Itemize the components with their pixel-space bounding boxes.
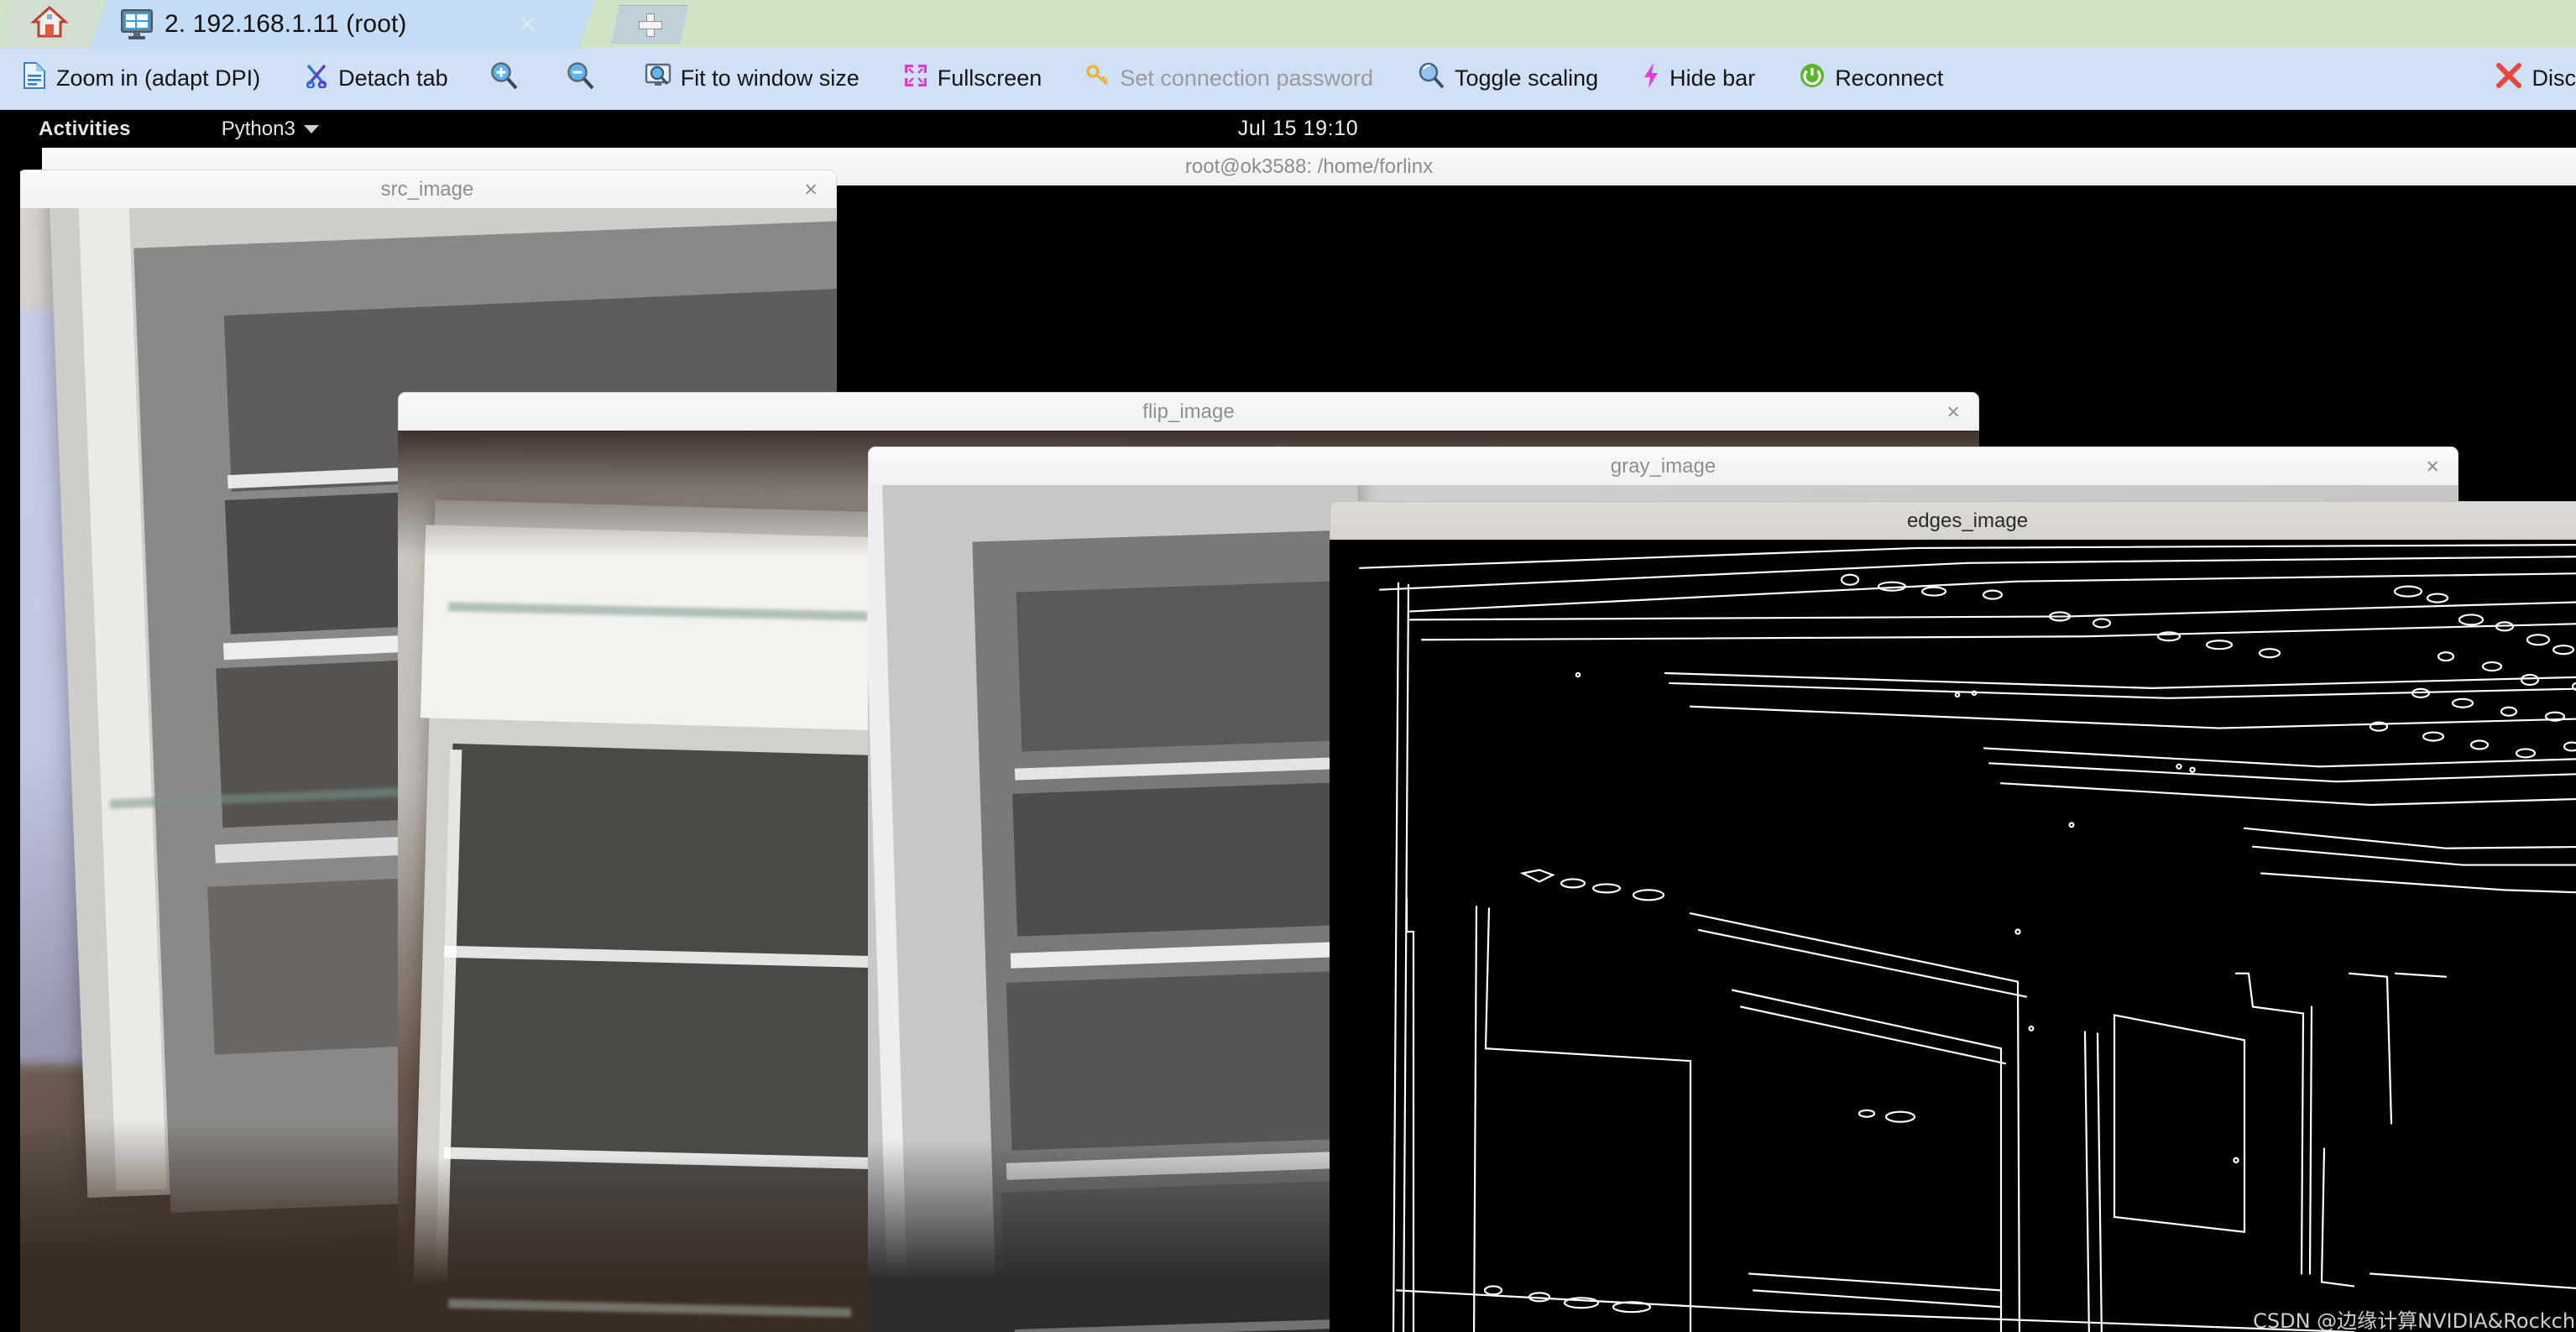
toolbar-label: Detach tab — [338, 65, 448, 91]
activities-button[interactable]: Activities — [39, 118, 131, 141]
toolbar-button-zoom-dpi[interactable]: Zoom in (adapt DPI) — [0, 48, 282, 110]
scissors-icon — [304, 63, 329, 94]
remote-desktop-area: root@ok3588: /home/forlinx rorororororoD… — [20, 148, 2576, 1332]
toolbar-button-toggle-scaling[interactable]: Toggle scaling — [1395, 48, 1620, 110]
window-titlebar[interactable]: edges_image — [1330, 501, 2576, 540]
plus-icon — [639, 13, 661, 35]
toolbar-label: Set connection password — [1120, 65, 1373, 91]
zoom-dpi-icon — [22, 62, 47, 95]
reconnect-icon — [1799, 62, 1826, 95]
gnome-clock[interactable]: Jul 15 19:10 — [1238, 117, 1358, 141]
session-tab-close-icon[interactable]: × — [520, 10, 536, 39]
toolbar-button-detach-tab[interactable]: Detach tab — [282, 48, 470, 110]
zoom-out-icon — [565, 60, 595, 97]
session-tab[interactable]: 2. 192.168.1.11 (root) × — [91, 0, 594, 48]
remmina-toolbar: Zoom in (adapt DPI) Detach tab — [0, 48, 2576, 110]
app-menu-button[interactable]: Python3 — [222, 118, 319, 141]
close-icon[interactable]: × — [2426, 455, 2439, 478]
window-title: edges_image — [1907, 509, 2028, 533]
session-tab-label: 2. 192.168.1.11 (root) — [165, 10, 407, 39]
edge-map-svg — [1330, 540, 2576, 1332]
toolbar-button-set-password[interactable]: Set connection password — [1063, 48, 1395, 110]
key-icon — [1085, 63, 1110, 94]
toggle-scaling-icon — [1417, 61, 1445, 96]
close-icon[interactable]: × — [1946, 400, 1960, 423]
fit-window-icon — [645, 62, 671, 95]
window-titlebar[interactable]: src_image × — [20, 170, 837, 208]
bolt-icon — [1642, 62, 1660, 95]
window-titlebar[interactable]: gray_image × — [868, 447, 2458, 485]
gnome-top-bar: Activities Python3 Jul 15 19:10 — [20, 110, 2576, 148]
window-content: CSDN @边缘计算NVIDIA&Rockchip — [1330, 540, 2576, 1332]
toolbar-button-zoom-in[interactable] — [470, 48, 546, 110]
tab-strip-filler — [594, 0, 2576, 48]
toolbar-label: Reconnect — [1835, 65, 1943, 91]
chevron-down-icon — [304, 125, 319, 133]
toolbar-label: Disc — [2532, 65, 2576, 91]
toolbar-label: Toggle scaling — [1455, 65, 1598, 91]
new-tab-button[interactable] — [611, 5, 688, 44]
toolbar-button-disconnect[interactable]: Disc — [2473, 48, 2576, 110]
toolbar-label: Hide bar — [1669, 65, 1755, 91]
window-edges-image[interactable]: edges_image — [1330, 501, 2576, 1332]
remote-desktop-icon — [121, 9, 153, 39]
home-tab-button[interactable] — [0, 0, 99, 48]
toolbar-label: Fit to window size — [681, 65, 860, 91]
toolbar-button-zoom-out[interactable] — [546, 48, 623, 110]
window-title: flip_image — [1142, 400, 1234, 424]
window-title: gray_image — [1611, 455, 1716, 478]
fullscreen-icon — [903, 63, 928, 94]
window-titlebar[interactable]: flip_image × — [398, 392, 1979, 431]
window-title: src_image — [381, 178, 474, 201]
app-menu-label: Python3 — [222, 118, 295, 141]
toolbar-label: Fullscreen — [938, 65, 1042, 91]
screen-root: 2. 192.168.1.11 (root) × Zoom in (adapt … — [0, 0, 2576, 1332]
home-icon — [30, 3, 69, 45]
terminal-window-title: root@ok3588: /home/forlinx — [1185, 155, 1433, 179]
toolbar-button-fullscreen[interactable]: Fullscreen — [881, 48, 1064, 110]
close-icon[interactable]: × — [804, 178, 818, 201]
zoom-in-icon — [489, 60, 519, 97]
toolbar-label: Zoom in (adapt DPI) — [56, 65, 260, 91]
remmina-tab-bar: 2. 192.168.1.11 (root) × — [0, 0, 2576, 48]
watermark-text: CSDN @边缘计算NVIDIA&Rockchip — [2253, 1304, 2576, 1332]
toolbar-button-hide-bar[interactable]: Hide bar — [1620, 48, 1777, 110]
disconnect-icon — [2495, 61, 2523, 96]
toolbar-button-reconnect[interactable]: Reconnect — [1777, 48, 1965, 110]
toolbar-button-fit-window[interactable]: Fit to window size — [623, 48, 881, 110]
canny-edges-output: CSDN @边缘计算NVIDIA&Rockchip — [1330, 540, 2576, 1332]
